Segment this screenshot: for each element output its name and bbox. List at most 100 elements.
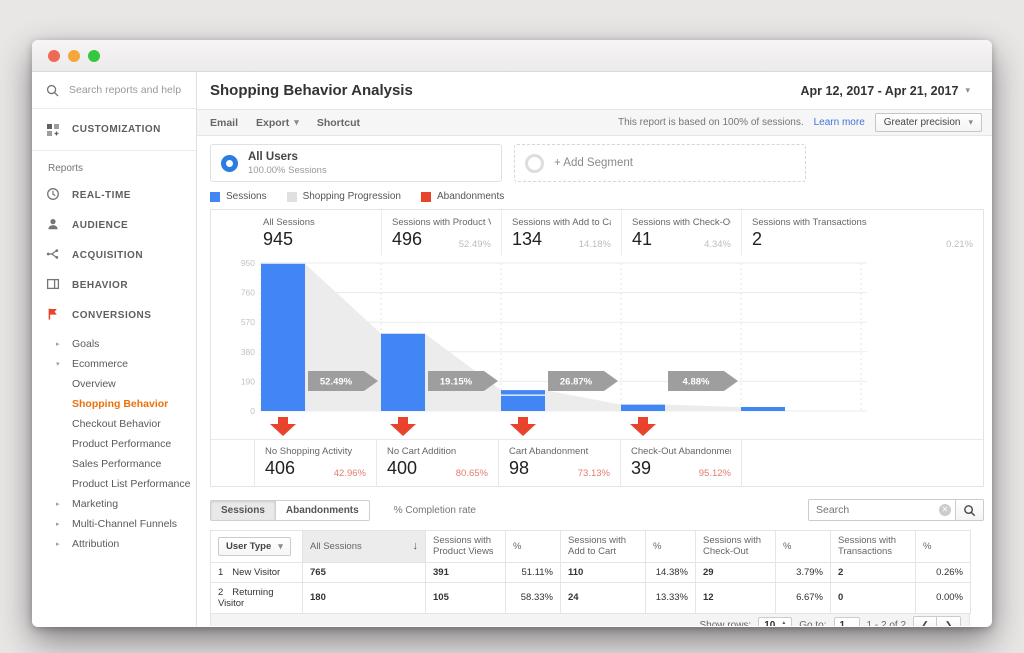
show-rows-select[interactable]: 10 ▲▼	[758, 617, 792, 626]
chevron-right-icon: ▸	[56, 500, 72, 508]
sidebar-item-ecommerce[interactable]: ▾Ecommerce	[32, 354, 196, 374]
sidebar-item-label: Sales Performance	[72, 458, 161, 470]
legend-item: Shopping Progression	[287, 191, 401, 202]
search-submit-button[interactable]	[956, 499, 984, 521]
column-header-percent[interactable]: %	[916, 531, 971, 563]
column-header[interactable]: Sessions with Transactions	[831, 531, 916, 563]
segment-donut-icon	[221, 155, 238, 172]
add-segment-button[interactable]: + Add Segment	[514, 144, 806, 182]
abandonment-label: Check-Out Abandonment	[631, 446, 731, 457]
sidebar-item-customization[interactable]: CUSTOMIZATION	[32, 109, 196, 151]
funnel-card: All Sessions945Sessions with Product Vie…	[210, 209, 984, 487]
abandonment-value: 406	[265, 458, 295, 479]
minimize-window-button[interactable]	[68, 50, 80, 62]
sidebar-item-behavior[interactable]: BEHAVIOR	[32, 270, 196, 300]
table-section: SessionsAbandonments % Completion rate ✕	[210, 499, 984, 626]
sidebar-item-label: Multi-Channel Funnels	[72, 518, 177, 530]
sidebar-item-label: Overview	[72, 378, 116, 390]
app-window: Search reports and help CUSTOMIZATION Re…	[32, 40, 992, 627]
stage-percent: 52.49%	[459, 239, 491, 250]
column-header[interactable]: Sessions with Check-Out	[696, 531, 776, 563]
abandonment-cell: No Cart Addition40080.65%	[376, 440, 498, 486]
tab-abandonments[interactable]: Abandonments	[276, 500, 370, 521]
percent-cell: 58.33%	[506, 582, 561, 613]
caret-down-icon: ▾	[278, 541, 283, 552]
column-header[interactable]: Sessions with Add to Cart	[561, 531, 646, 563]
sidebar-item-product-performance[interactable]: Product Performance	[32, 434, 196, 454]
flag-icon	[46, 307, 60, 324]
value-cell: 765	[303, 562, 426, 582]
column-header-percent[interactable]: %	[776, 531, 831, 563]
caret-down-icon: ▾	[965, 85, 970, 96]
stage-label: Sessions with Product Views	[392, 217, 491, 228]
sampling-notice: This report is based on 100% of sessions…	[618, 117, 804, 128]
sidebar-item-real-time[interactable]: REAL-TIME	[32, 180, 196, 210]
legend-item: Sessions	[210, 191, 267, 202]
legend-swatch-icon	[421, 192, 431, 202]
sidebar-item-label: ACQUISITION	[72, 250, 143, 261]
sort-desc-icon: ↓	[413, 540, 419, 553]
funnel-abandonment-row: No Shopping Activity40642.96%No Cart Add…	[211, 439, 983, 486]
column-header-percent[interactable]: %	[506, 531, 561, 563]
shortcut-button[interactable]: Shortcut	[317, 117, 360, 129]
sidebar-item-goals[interactable]: ▸Goals	[32, 334, 196, 354]
goto-page-input[interactable]	[834, 617, 860, 626]
stage-percent: 4.34%	[704, 239, 731, 250]
chart-legend: Sessions Shopping Progression Abandonments	[210, 191, 984, 202]
svg-text:380: 380	[241, 347, 255, 357]
sidebar-item-shopping-behavior[interactable]: Shopping Behavior	[32, 394, 196, 414]
sidebar-item-overview[interactable]: Overview	[32, 374, 196, 394]
email-button[interactable]: Email	[210, 117, 238, 129]
sidebar-item-sales-performance[interactable]: Sales Performance	[32, 454, 196, 474]
data-table: User Type ▾ All Sessions↓Sessions with P…	[210, 530, 971, 614]
search-icon	[46, 84, 59, 97]
date-range-value: Apr 12, 2017 - Apr 21, 2017	[801, 84, 959, 98]
sidebar-item-label: Shopping Behavior	[72, 398, 168, 410]
sidebar-item-product-list-performance[interactable]: Product List Performance	[32, 474, 196, 494]
clear-search-icon[interactable]: ✕	[939, 504, 951, 516]
legend-swatch-icon	[287, 192, 297, 202]
abandonment-value: 400	[387, 458, 417, 479]
segment-empty-ring-icon	[525, 154, 544, 173]
learn-more-link[interactable]: Learn more	[814, 117, 865, 128]
abandonment-percent: 73.13%	[578, 468, 610, 479]
clock-icon	[46, 187, 60, 204]
sidebar-item-conversions[interactable]: CONVERSIONS	[32, 300, 196, 330]
caret-down-icon: ▾	[294, 117, 299, 128]
column-header[interactable]: Sessions with Product Views	[426, 531, 506, 563]
sidebar-item-multi-channel-funnels[interactable]: ▸Multi-Channel Funnels	[32, 514, 196, 534]
value-cell: 12	[696, 582, 776, 613]
value-cell: 105	[426, 582, 506, 613]
next-page-button[interactable]: ❯	[937, 616, 961, 626]
value-cell: 180	[303, 582, 426, 613]
prev-page-button[interactable]: ❮	[913, 616, 937, 626]
precision-dropdown[interactable]: Greater precision ▾	[875, 113, 982, 132]
sidebar-item-attribution[interactable]: ▸Attribution	[32, 534, 196, 554]
tab-sessions[interactable]: Sessions	[210, 500, 276, 521]
sidebar-item-acquisition[interactable]: ACQUISITION	[32, 240, 196, 270]
legend-item: Abandonments	[421, 191, 504, 202]
sidebar-item-audience[interactable]: AUDIENCE	[32, 210, 196, 240]
window-titlebar	[32, 40, 992, 72]
sidebar-search[interactable]: Search reports and help	[32, 72, 196, 109]
column-header-sorted[interactable]: All Sessions↓	[303, 531, 426, 563]
user-type-dropdown[interactable]: User Type ▾	[218, 537, 291, 556]
svg-text:950: 950	[241, 258, 255, 268]
sidebar-item-checkout-behavior[interactable]: Checkout Behavior	[32, 414, 196, 434]
goto-label: Go to:	[799, 620, 826, 626]
row-label: Returning Visitor	[218, 587, 274, 609]
table-search-input[interactable]	[808, 499, 956, 521]
stage-value: 41	[632, 229, 652, 250]
svg-text:190: 190	[241, 376, 255, 386]
segment-all-users[interactable]: All Users 100.00% Sessions	[210, 144, 502, 182]
export-button[interactable]: Export ▾	[256, 117, 299, 129]
column-header-percent[interactable]: %	[646, 531, 696, 563]
date-range-picker[interactable]: Apr 12, 2017 - Apr 21, 2017 ▾	[801, 84, 971, 98]
sidebar-search-placeholder: Search reports and help	[69, 84, 181, 96]
close-window-button[interactable]	[48, 50, 60, 62]
stage-label: Sessions with Check-Out	[632, 217, 731, 228]
sidebar-item-marketing[interactable]: ▸Marketing	[32, 494, 196, 514]
maximize-window-button[interactable]	[88, 50, 100, 62]
row-label: New Visitor	[232, 567, 280, 578]
svg-text:4.88%: 4.88%	[683, 377, 710, 388]
